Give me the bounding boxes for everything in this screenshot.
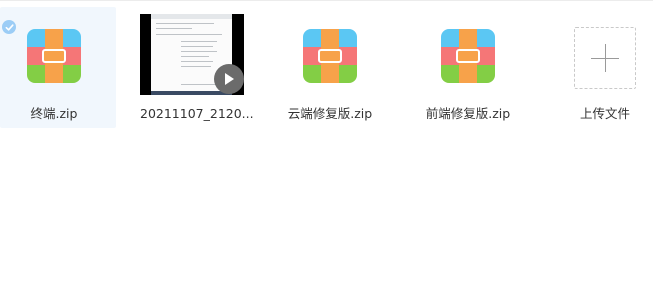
video-thumbnail[interactable] [140,14,244,95]
file-name: 20211107_2120... [140,106,254,121]
file-name: 终端.zip [30,106,78,121]
file-name: 云端修复版.zip [287,106,373,121]
play-icon[interactable] [214,64,244,94]
upload-label: 上传文件 [579,106,630,121]
file-item-zip[interactable]: 云端修复版.zip [273,7,389,128]
zip-archive-icon [303,29,357,83]
check-icon[interactable] [2,20,16,34]
top-divider [0,0,653,1]
zip-archive-icon [27,29,81,83]
zip-archive-icon [441,29,495,83]
file-item-zip[interactable]: 前端修复版.zip [411,7,527,128]
upload-button[interactable] [574,27,636,89]
file-name: 前端修复版.zip [425,106,511,121]
file-item-zip[interactable]: 终端.zip [0,7,116,128]
